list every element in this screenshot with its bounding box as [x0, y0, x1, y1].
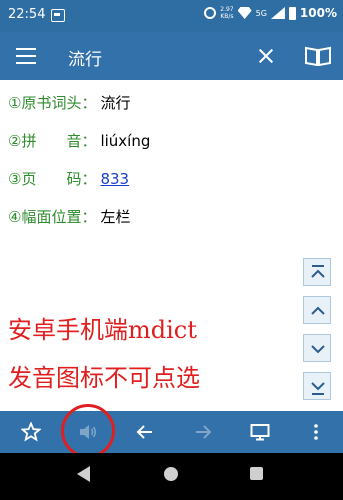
nav-recent-icon[interactable] — [250, 467, 263, 480]
nav-home-icon[interactable] — [164, 467, 178, 481]
bottom-icon — [311, 382, 325, 395]
battery-icon — [288, 6, 296, 20]
monitor-icon[interactable] — [250, 422, 270, 442]
signal-icon — [270, 7, 285, 19]
app-bar: 流行 — [0, 32, 343, 80]
network-speed: 2.97 KB/s — [220, 6, 234, 20]
page-link[interactable]: 833 — [100, 170, 129, 188]
headword-value: 流行 — [100, 94, 131, 112]
alarm-icon — [204, 7, 217, 19]
status-icons: 2.97 KB/s 5G 100% — [204, 6, 337, 20]
status-time: 22:54 — [8, 7, 46, 22]
book-icon[interactable] — [305, 46, 331, 66]
page-label: ③页 码： — [8, 170, 97, 188]
position-value: 左栏 — [100, 208, 131, 226]
highlight-circle — [61, 404, 115, 458]
forward-arrow-icon — [196, 425, 212, 439]
nav-back-icon[interactable] — [77, 466, 90, 482]
wifi-icon — [237, 7, 252, 19]
scroll-bottom-button[interactable] — [303, 372, 331, 400]
app-title: 流行 — [68, 50, 102, 70]
entry-headword-row: ①原书词头： 流行 — [8, 92, 130, 113]
position-label: ④幅面位置： — [8, 208, 97, 226]
back-arrow-icon[interactable] — [135, 422, 155, 442]
battery-level: 100% — [299, 6, 337, 20]
pinyin-value: liúxíng — [100, 132, 151, 150]
top-icon — [311, 265, 325, 278]
up-icon — [311, 306, 325, 315]
annotation-line-1: 安卓手机端mdict — [8, 316, 197, 344]
pinyin-label: ②拼 音： — [8, 132, 97, 150]
scroll-down-button[interactable] — [303, 334, 331, 362]
notification-icon — [51, 9, 65, 22]
status-bar: 22:54 2.97 KB/s 5G 100% — [0, 0, 343, 32]
close-icon[interactable] — [256, 46, 276, 66]
scroll-up-button[interactable] — [303, 296, 331, 324]
down-icon — [311, 345, 325, 354]
network-type: 5G — [255, 8, 267, 18]
star-icon[interactable] — [21, 422, 41, 442]
bottom-toolbar — [0, 411, 343, 453]
entry-position-row: ④幅面位置： 左栏 — [8, 206, 130, 227]
menu-icon[interactable] — [16, 48, 36, 64]
annotation-line-2: 发音图标不可点选 — [8, 364, 200, 392]
more-icon[interactable] — [306, 422, 326, 442]
entry-page-row: ③页 码： 833 — [8, 168, 129, 189]
headword-label: ①原书词头： — [8, 94, 97, 112]
entry-pinyin-row: ②拼 音： liúxíng — [8, 130, 150, 151]
scroll-top-button[interactable] — [303, 258, 331, 286]
